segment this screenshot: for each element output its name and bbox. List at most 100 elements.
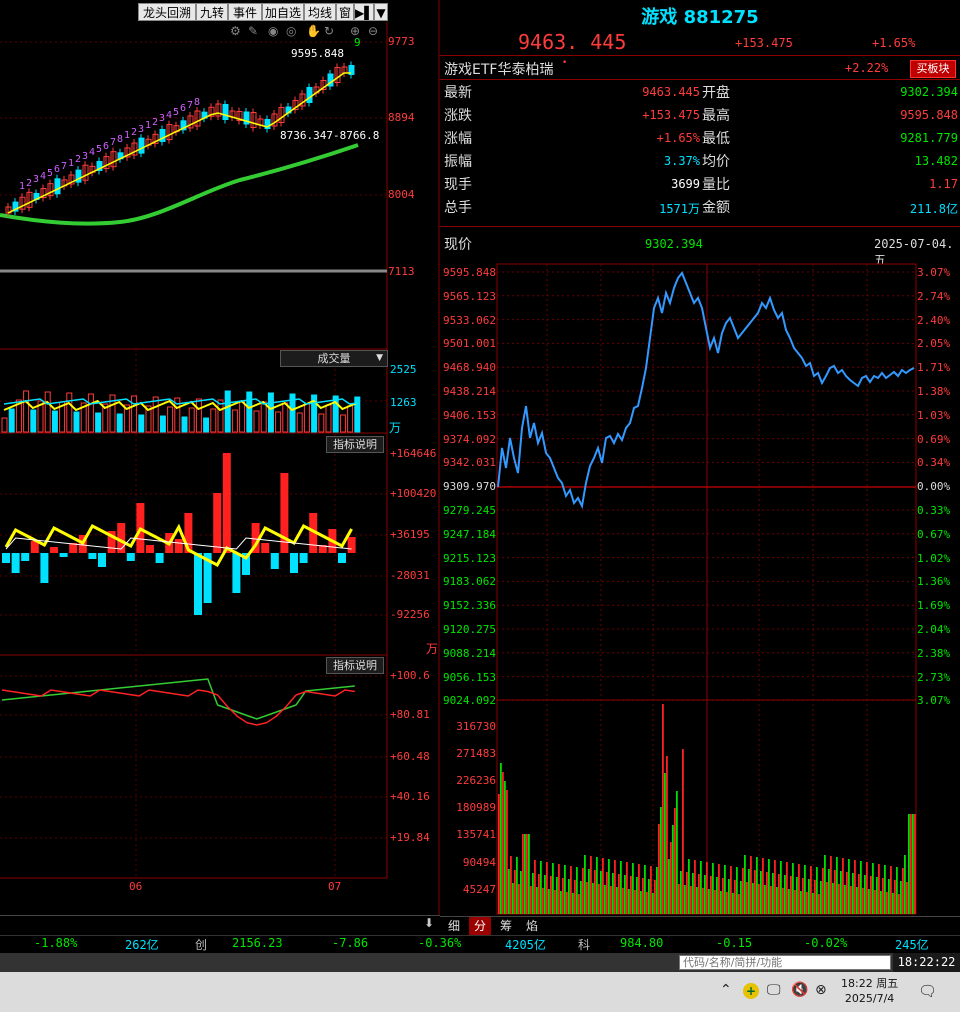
volume-bar: [203, 417, 210, 433]
nine-turn-number: 1: [124, 130, 131, 142]
tab-detail[interactable]: 细: [443, 917, 465, 935]
taskbar-clock[interactable]: 18:22 周五 2025/7/4: [841, 976, 898, 1006]
volume-bar: [624, 875, 626, 914]
volume-bar: [658, 824, 660, 914]
volume-bar: [652, 893, 654, 914]
intraday-pct-tick: 2.04%: [917, 623, 951, 636]
macd-bar: [146, 545, 154, 553]
volume-bar: [506, 790, 508, 914]
volume-bar: [898, 894, 900, 914]
quote-row-label: 涨幅: [444, 131, 472, 147]
volume-bar: [872, 863, 874, 914]
macd-unit: 万: [426, 642, 439, 656]
volume-bar: [818, 894, 820, 914]
nine-turn-number: 3: [138, 123, 145, 135]
buy-sector-button[interactable]: 买板块: [910, 60, 956, 78]
network-icon[interactable]: 🖵: [767, 982, 781, 998]
volume-bar: [616, 887, 618, 914]
intraday-pct-tick: 0.34%: [917, 456, 951, 470]
volume-bar: [738, 894, 740, 914]
volume-bar: [524, 834, 526, 914]
nine-turn-number: 5: [47, 167, 54, 179]
app-tray-icon[interactable]: +: [743, 983, 759, 999]
volume-bar: [906, 882, 908, 914]
volume-bar: [702, 888, 704, 914]
volume-bar: [580, 881, 582, 914]
macd-bar: [290, 553, 298, 573]
nine-turn-number: 5: [96, 143, 103, 155]
volume-bar: [1, 417, 8, 433]
nine-turn-number: 2: [26, 177, 33, 189]
taskbar: ⌃ + 🖵 🔇 ⊗ 18:22 周五 2025/7/4 🗨: [0, 972, 960, 1012]
volume-muted-icon[interactable]: 🔇: [791, 982, 808, 998]
volume-bar: [260, 401, 267, 433]
nine-turn-number: 1: [145, 120, 152, 132]
macd-help-button[interactable]: 指标说明: [326, 436, 384, 453]
volume-bar: [688, 859, 690, 914]
volume-bar: [848, 859, 850, 914]
close-circle-icon[interactable]: ⊗: [815, 982, 827, 998]
etf-link[interactable]: 游戏ETF华泰柏瑞: [444, 59, 553, 79]
etf-change-pct: +2.22%: [845, 61, 889, 75]
quote-row-label: 最高: [702, 108, 730, 124]
volume-bar: [648, 879, 650, 914]
volume-y-tick: 2525: [390, 363, 417, 376]
volume-bar: [510, 856, 512, 914]
volume-bar: [724, 865, 726, 914]
intraday-y-tick: 9309.970: [443, 480, 496, 494]
kline-panel[interactable]: 龙头回溯 九转 事件 加自选 均线 窗 ▶▌ ▼ ⚙ ✎ ◉ ◎ ✋ ↻ ⊕ ⊖: [0, 0, 440, 935]
volume-bar: [686, 872, 688, 914]
tab-flame[interactable]: 焰: [521, 917, 543, 935]
volume-bar: [910, 814, 912, 914]
ma-value-label: 8736.347-8766.8: [280, 129, 380, 142]
quote-row-label: 涨跌: [444, 108, 472, 124]
kdj-y-tick: +80.81: [390, 708, 430, 721]
quote-change-pct: +1.65%: [872, 36, 916, 50]
volume-bar: [722, 878, 724, 914]
intraday-y-tick: 9024.092: [443, 694, 496, 708]
volume-bar: [742, 868, 744, 914]
quote-price: 9463. 445: [518, 30, 627, 54]
volume-bar: [606, 872, 608, 914]
ticker-item: 2156.23: [232, 936, 283, 950]
volume-bar: [642, 878, 644, 914]
tab-chips[interactable]: 筹: [495, 917, 517, 935]
volume-bar: [740, 881, 742, 914]
volume-bar: [802, 878, 804, 914]
volume-bar: [646, 892, 648, 914]
ticker-item: -0.36%: [418, 936, 462, 950]
macd-y-tick: +36195: [390, 528, 430, 541]
volume-bar: [696, 887, 698, 914]
macd-bar: [232, 553, 241, 593]
ticker-item: 245亿: [895, 938, 929, 952]
volume-bar: [914, 814, 916, 914]
kline-y-tick: 9773: [388, 35, 415, 48]
volume-indicator-select[interactable]: 成交量 ▼: [280, 350, 388, 367]
volume-bar: [552, 863, 554, 914]
quote-row-value: +153.475: [642, 108, 700, 122]
kline-y-tick: 7113: [388, 265, 415, 278]
volume-bar: [159, 415, 166, 433]
volume-bar: [810, 866, 812, 914]
intraday-panel[interactable]: 9595.848 9565.123 9533.062 9501.001 9468.940…: [440, 258, 960, 918]
chevron-up-icon[interactable]: ⌃: [720, 982, 732, 998]
volume-bar: [303, 403, 310, 433]
volume-bar: [882, 878, 884, 914]
volume-bar: [604, 885, 606, 914]
download-icon[interactable]: ⬇: [420, 916, 438, 934]
volume-bar: [764, 885, 766, 914]
volume-bar: [780, 861, 782, 914]
volume-bar: [784, 875, 786, 914]
intraday-pct-tick: 1.38%: [917, 385, 951, 398]
intraday-vol-tick: 45247: [462, 882, 496, 896]
tab-minute[interactable]: 分: [469, 917, 491, 935]
volume-bar: [116, 413, 123, 433]
nine-turn-number: 4: [166, 110, 173, 122]
volume-bar: [736, 867, 738, 914]
kdj-help-button[interactable]: 指标说明: [326, 657, 384, 674]
search-input[interactable]: [679, 955, 891, 970]
volume-bar: [778, 874, 780, 914]
volume-bar: [726, 892, 728, 914]
notification-icon[interactable]: 🗨: [918, 982, 937, 1000]
nine-turn-number: 7: [110, 137, 117, 149]
